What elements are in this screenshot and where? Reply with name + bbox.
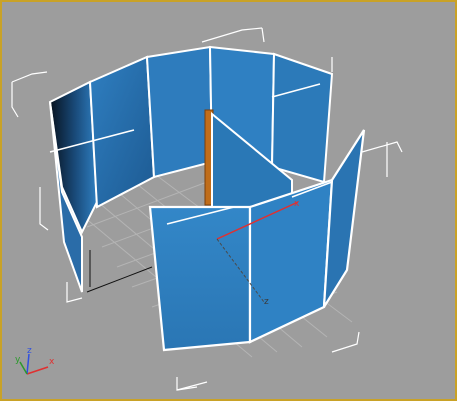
floor-outline: [86, 250, 153, 293]
transform-gizmo-z-label: z: [264, 297, 269, 307]
world-axis-x-label: x: [49, 357, 55, 367]
perspective-viewport[interactable]: x z x z y: [0, 0, 457, 401]
world-axis-gizmo: x z y: [15, 346, 55, 375]
world-axis-y-label: y: [15, 355, 21, 365]
viewport-scene[interactable]: x z x z y: [2, 2, 457, 401]
transform-gizmo-x-label: x: [294, 199, 300, 209]
world-axis-z-label: z: [27, 346, 32, 356]
